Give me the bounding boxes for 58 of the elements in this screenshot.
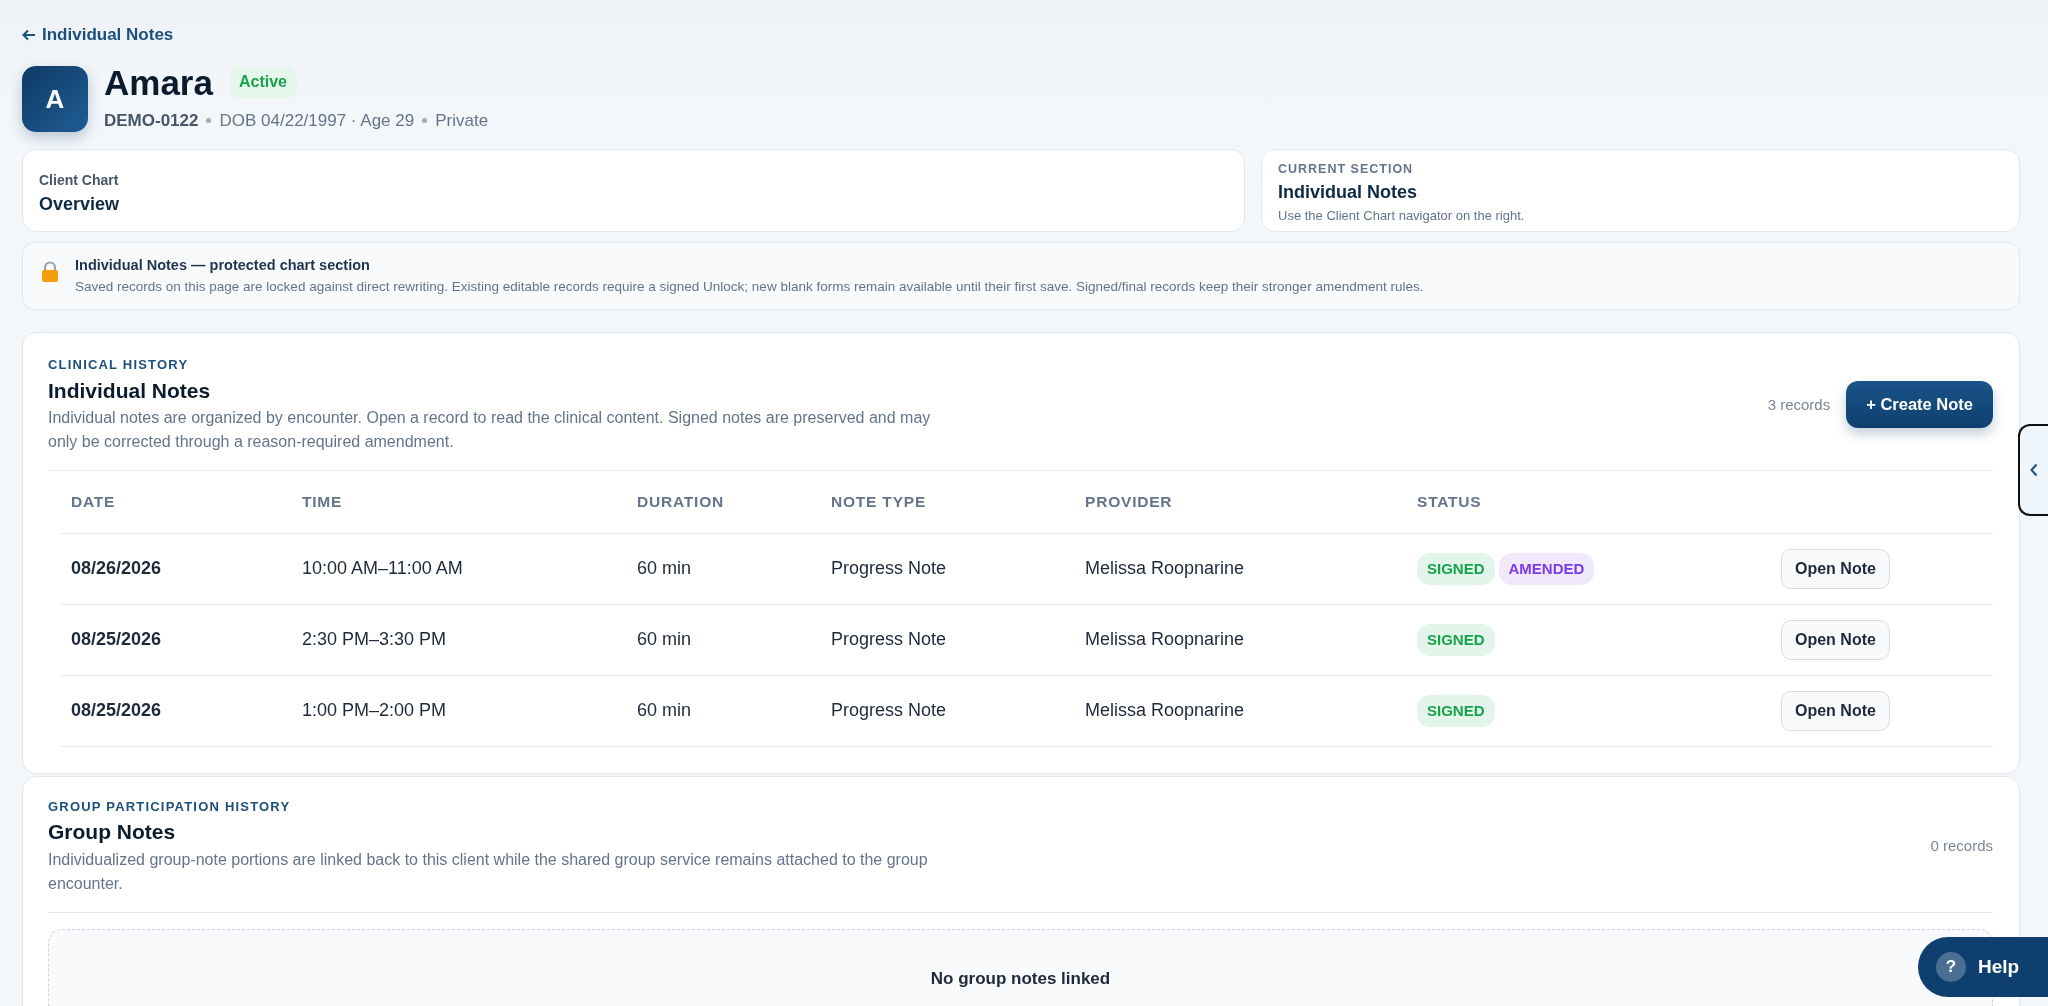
column-header: STATUS: [1406, 471, 1770, 534]
card-label: CURRENT SECTION: [1278, 161, 1415, 179]
table-cell: 10:00 AM–11:00 AM: [291, 533, 626, 605]
table-cell: 08/25/2026: [60, 604, 291, 676]
status-badge: SIGNED: [1417, 623, 1495, 656]
section-description: Individualized group-note portions are linked back to this client while the shared group service remains attached to the group encounter.: [48, 849, 929, 894]
chevron-left-icon: [2030, 463, 2038, 477]
table-cell: Melissa Roopnarine: [1074, 675, 1406, 747]
card-hint: Use the Client Chart navigator on the right.: [1278, 207, 1526, 225]
section-description: Individual notes are organized by encounter. Open a record to read the clinical content. Signed notes are preserved and may only be corrected through a reason-required amendment.: [48, 408, 932, 453]
table-cell: Progress Note: [820, 604, 1074, 676]
client-name: Amara: [104, 64, 213, 100]
table-cell: 60 min: [626, 533, 820, 605]
table-cell: 60 min: [626, 675, 820, 747]
table-cell: 1:00 PM–2:00 PM: [291, 675, 626, 747]
table-cell: Melissa Roopnarine: [1074, 604, 1406, 676]
table-cell: Progress Note: [820, 675, 1074, 747]
table-cell: Progress Note: [820, 533, 1074, 605]
create-note-button[interactable]: + Create Note: [1846, 381, 1993, 429]
empty-state-title: No group notes linked: [930, 967, 1111, 990]
card-value: Overview: [39, 193, 121, 217]
open-note-button[interactable]: Open Note: [1781, 548, 1890, 589]
navigator-toggle[interactable]: [2018, 424, 2048, 516]
client-avatar: A: [22, 66, 88, 132]
section-title: Individual Notes: [48, 377, 212, 404]
column-header: TIME: [291, 471, 626, 534]
table-cell: Melissa Roopnarine: [1074, 533, 1406, 605]
help-button[interactable]: ? Help: [1918, 937, 2048, 997]
column-header: PROVIDER: [1074, 471, 1406, 534]
client-detail: Private: [435, 109, 489, 132]
column-header: NOTE TYPE: [820, 471, 1074, 534]
table-cell: 60 min: [626, 604, 820, 676]
notice-text: Saved records on this page are locked against direct rewriting. Existing editable records require a signed Unlock; new blank forms remain available until their first save. Signed/final records keep their stronger amendment rules.: [75, 278, 1424, 296]
status-badge: AMENDED: [1498, 552, 1595, 585]
table-cell: 08/25/2026: [60, 675, 291, 747]
help-icon: ?: [1936, 952, 1966, 982]
open-note-button[interactable]: Open Note: [1781, 690, 1890, 731]
table-cell: 2:30 PM–3:30 PM: [291, 604, 626, 676]
client-detail: DOB 04/22/1997 · Age 29: [219, 109, 415, 132]
card-value: Individual Notes: [1278, 181, 1419, 204]
column-header: DURATION: [626, 471, 820, 534]
section-eyebrow: CLINICAL HISTORY: [48, 356, 190, 375]
notice-title: Individual Notes — protected chart section: [75, 256, 371, 276]
back-arrow-icon: [22, 27, 36, 42]
back-link[interactable]: Individual Notes: [22, 22, 174, 48]
status-badge: SIGNED: [1417, 552, 1495, 585]
record-count: 3 records: [1767, 394, 1831, 415]
status-badge: Active: [228, 66, 297, 99]
client-id: DEMO-0122: [104, 109, 199, 132]
table-cell: 08/26/2026: [60, 533, 291, 605]
card-label: Client Chart: [39, 171, 120, 191]
record-count: 0 records: [1930, 836, 1993, 856]
section-eyebrow: GROUP PARTICIPATION HISTORY: [48, 797, 292, 816]
column-header: DATE: [60, 471, 291, 534]
status-badge: SIGNED: [1417, 694, 1495, 727]
section-title: Group Notes: [48, 819, 177, 846]
open-note-button[interactable]: Open Note: [1781, 619, 1890, 660]
lock-icon: [41, 261, 59, 284]
